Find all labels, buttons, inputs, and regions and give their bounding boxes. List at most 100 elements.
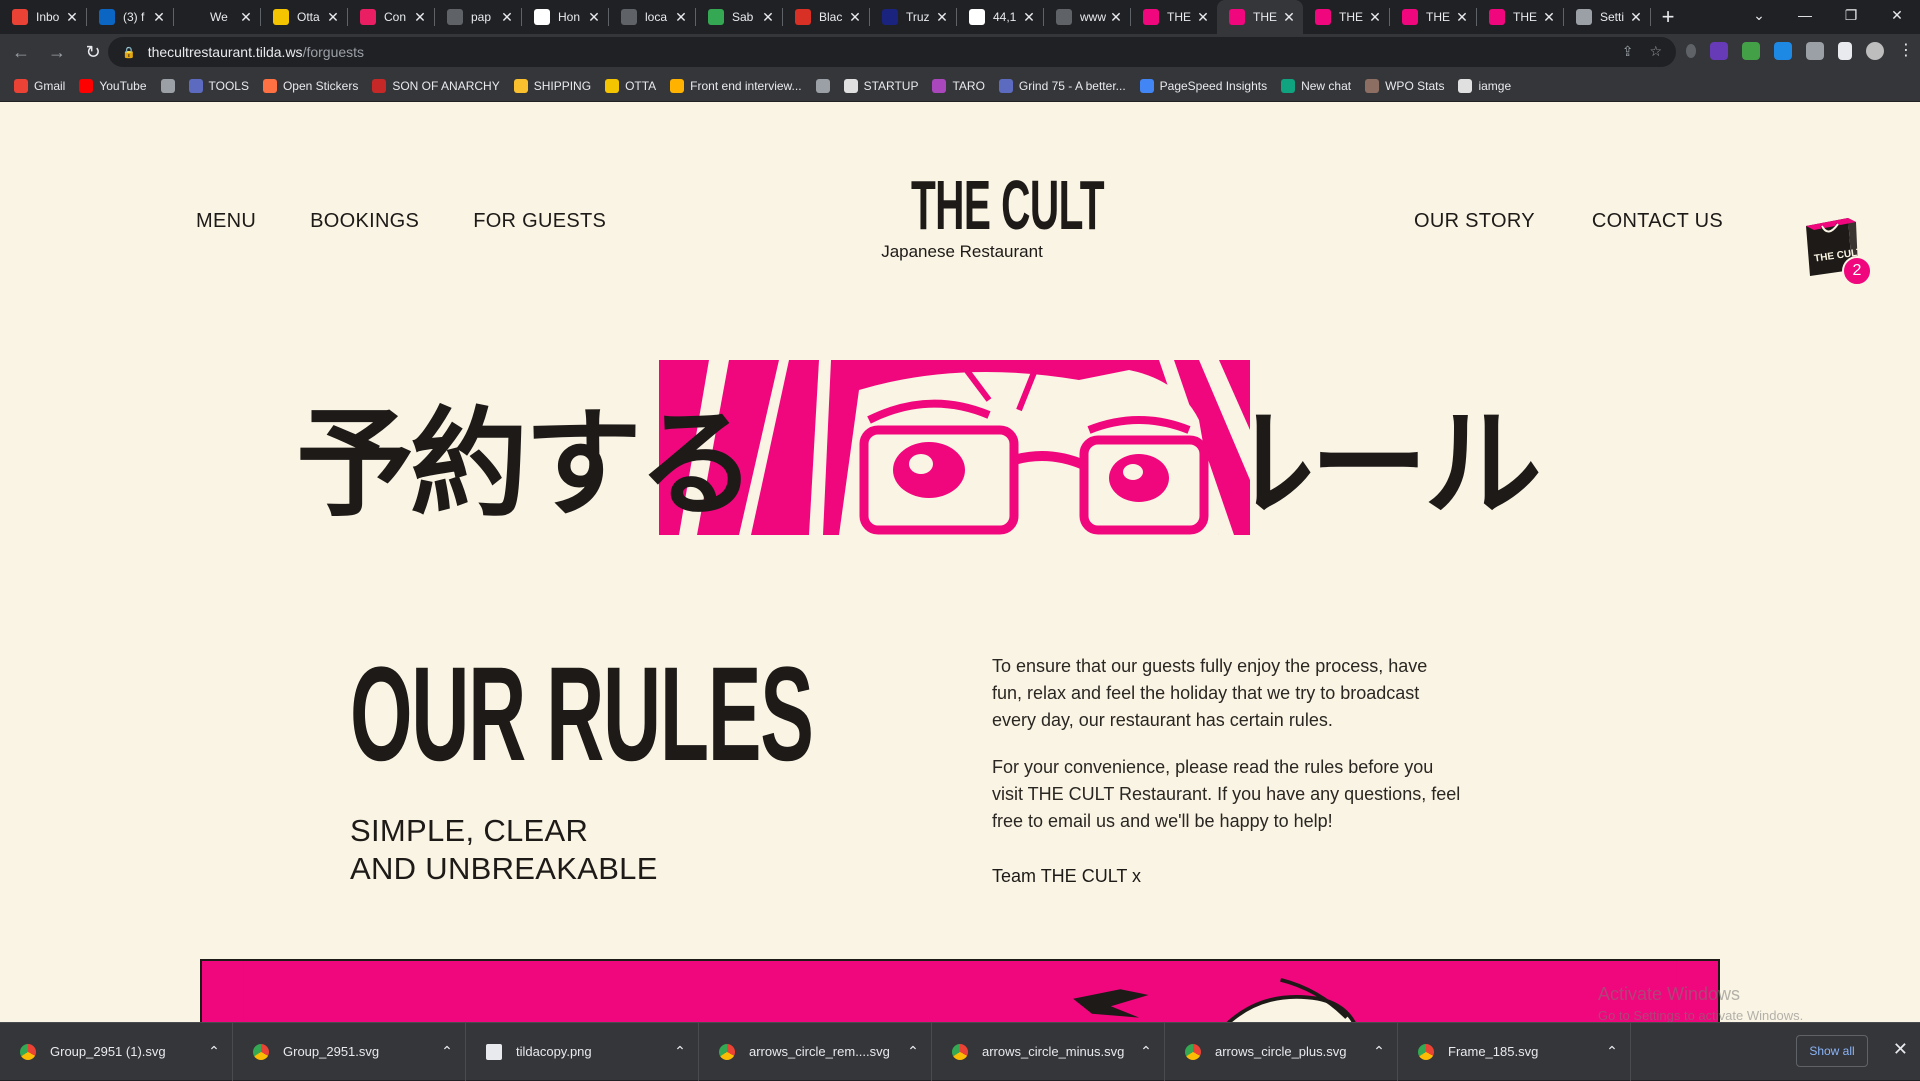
browser-tab[interactable]: Con ✕ — [348, 0, 434, 34]
bookmark-favicon-icon — [513, 78, 528, 93]
browser-tab[interactable]: THE ✕ — [1217, 0, 1303, 34]
tab-close-icon[interactable]: ✕ — [1281, 9, 1297, 26]
browser-tab[interactable]: THE ✕ — [1390, 0, 1476, 34]
tab-close-icon[interactable]: ✕ — [760, 9, 776, 26]
bookmark-label: Gmail — [34, 78, 66, 93]
side-panel-icon[interactable] — [1838, 42, 1852, 60]
tab-close-icon[interactable]: ✕ — [1541, 9, 1557, 26]
tab-close-icon[interactable]: ✕ — [1367, 9, 1383, 26]
rules-subheading-line1: SIMPLE, CLEAR — [350, 813, 589, 848]
tab-close-icon[interactable]: ✕ — [1021, 9, 1037, 26]
extension-icon[interactable] — [1686, 44, 1696, 58]
chevron-up-icon[interactable]: ⌃ — [895, 1043, 931, 1060]
download-item[interactable]: Group_2951 (1).svg ⌃ — [0, 1022, 233, 1081]
browser-tab[interactable]: THE ✕ — [1477, 0, 1563, 34]
nav-menu-link[interactable]: MENU — [196, 210, 256, 233]
bookmark-item[interactable] — [160, 78, 175, 93]
browser-tab[interactable]: Blac ✕ — [783, 0, 869, 34]
new-tab-button[interactable]: + — [1651, 0, 1685, 34]
tab-close-icon[interactable]: ✕ — [586, 9, 602, 26]
chevron-up-icon[interactable]: ⌃ — [1594, 1043, 1630, 1060]
browser-tab[interactable]: Setti ✕ — [1564, 0, 1650, 34]
bookmark-item[interactable]: Grind 75 - A better... — [998, 78, 1126, 93]
browser-tab[interactable]: THE ✕ — [1303, 0, 1389, 34]
nav-bookings-link[interactable]: BOOKINGS — [310, 210, 419, 233]
browser-tab[interactable]: loca ✕ — [609, 0, 695, 34]
tab-close-icon[interactable]: ✕ — [1628, 9, 1644, 26]
nav-contact-us-link[interactable]: CONTACT US — [1592, 210, 1723, 233]
download-item[interactable]: Frame_185.svg ⌃ — [1398, 1022, 1631, 1081]
bookmark-favicon-icon — [188, 78, 203, 93]
bookmark-item[interactable]: YouTube — [79, 78, 147, 93]
bookmark-item[interactable]: SHIPPING — [513, 78, 591, 93]
browser-tab[interactable]: THE ✕ — [1131, 0, 1217, 34]
tab-close-icon[interactable]: ✕ — [151, 9, 167, 26]
extension-download-icon[interactable] — [1710, 42, 1728, 60]
bookmark-item[interactable]: STARTUP — [843, 78, 918, 93]
forward-button[interactable]: → — [42, 37, 72, 67]
bookmark-item[interactable]: SON OF ANARCHY — [372, 78, 500, 93]
tab-close-icon[interactable]: ✕ — [1454, 9, 1470, 26]
tab-close-icon[interactable]: ✕ — [934, 9, 950, 26]
nav-for-guests-link[interactable]: FOR GUESTS — [473, 210, 606, 233]
bookmark-item[interactable]: Front end interview... — [670, 78, 802, 93]
bookmark-item[interactable]: New chat — [1281, 78, 1351, 93]
tab-close-icon[interactable]: ✕ — [499, 9, 515, 26]
site-logo[interactable]: THE CULT Japanese Restaurant — [874, 168, 1104, 262]
restore-button[interactable]: ❐ — [1828, 0, 1874, 30]
show-all-downloads-button[interactable]: Show all — [1796, 1035, 1868, 1067]
browser-tab[interactable]: We ✕ — [174, 0, 260, 34]
menu-kebab-icon[interactable]: ⋮ — [1898, 42, 1914, 60]
back-button[interactable]: ← — [6, 37, 36, 67]
bookmark-item[interactable]: WPO Stats — [1365, 78, 1444, 93]
chevron-up-icon[interactable]: ⌃ — [662, 1043, 698, 1060]
extension-blue-icon[interactable] — [1774, 42, 1792, 60]
browser-tab[interactable]: Inbo ✕ — [0, 0, 86, 34]
tab-close-icon[interactable]: ✕ — [673, 9, 689, 26]
tab-close-icon[interactable]: ✕ — [847, 9, 863, 26]
minimize-button[interactable]: — — [1782, 0, 1828, 30]
address-bar[interactable]: 🔒 thecultrestaurant.tilda.ws/forguests ⇪… — [108, 37, 1676, 67]
chevron-up-icon[interactable]: ⌃ — [429, 1043, 465, 1060]
chevron-up-icon[interactable]: ⌃ — [196, 1043, 232, 1060]
tab-close-icon[interactable]: ✕ — [1108, 9, 1124, 26]
close-window-button[interactable]: ✕ — [1874, 0, 1920, 30]
browser-tab[interactable]: Otta ✕ — [261, 0, 347, 34]
close-downloads-bar-icon[interactable]: ✕ — [1893, 1039, 1908, 1060]
profile-avatar[interactable] — [1866, 42, 1884, 60]
bookmark-item[interactable]: PageSpeed Insights — [1139, 78, 1267, 93]
extension-green-icon[interactable] — [1742, 42, 1760, 60]
browser-tab[interactable]: Sab ✕ — [696, 0, 782, 34]
tab-close-icon[interactable]: ✕ — [412, 9, 428, 26]
browser-tab[interactable]: Truz ✕ — [870, 0, 956, 34]
tab-close-icon[interactable]: ✕ — [238, 9, 254, 26]
bookmark-item[interactable] — [815, 78, 830, 93]
bookmark-star-icon[interactable]: ☆ — [1649, 43, 1662, 60]
bookmark-item[interactable]: Gmail — [14, 78, 66, 93]
extensions-puzzle-icon[interactable] — [1806, 42, 1824, 60]
browser-tab[interactable]: Hon ✕ — [522, 0, 608, 34]
browser-tab[interactable]: www ✕ — [1044, 0, 1130, 34]
download-item[interactable]: arrows_circle_minus.svg ⌃ — [932, 1022, 1165, 1081]
browser-tab[interactable]: 44,1 ✕ — [957, 0, 1043, 34]
browser-tab[interactable]: (3) f ✕ — [87, 0, 173, 34]
chevron-up-icon[interactable]: ⌃ — [1128, 1043, 1164, 1060]
bookmark-item[interactable]: iamge — [1458, 78, 1511, 93]
reload-button[interactable]: ↻ — [78, 37, 108, 67]
bookmark-item[interactable]: Open Stickers — [262, 78, 358, 93]
browser-tab[interactable]: pap ✕ — [435, 0, 521, 34]
tab-search-icon[interactable]: ⌄ — [1736, 0, 1782, 30]
download-item[interactable]: arrows_circle_plus.svg ⌃ — [1165, 1022, 1398, 1081]
bookmark-item[interactable]: TOOLS — [188, 78, 249, 93]
download-item[interactable]: tildacopy.png ⌃ — [466, 1022, 699, 1081]
share-icon[interactable]: ⇪ — [1622, 43, 1634, 60]
tab-close-icon[interactable]: ✕ — [325, 9, 341, 26]
download-item[interactable]: arrows_circle_rem....svg ⌃ — [699, 1022, 932, 1081]
download-item[interactable]: Group_2951.svg ⌃ — [233, 1022, 466, 1081]
bookmark-item[interactable]: OTTA — [605, 78, 656, 93]
tab-close-icon[interactable]: ✕ — [64, 9, 80, 26]
chevron-up-icon[interactable]: ⌃ — [1361, 1043, 1397, 1060]
tab-close-icon[interactable]: ✕ — [1195, 9, 1211, 26]
bookmark-item[interactable]: TARO — [932, 78, 985, 93]
nav-our-story-link[interactable]: OUR STORY — [1414, 210, 1535, 233]
